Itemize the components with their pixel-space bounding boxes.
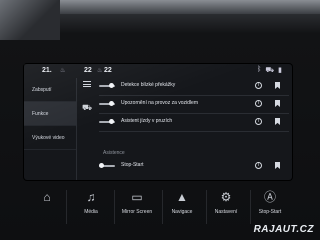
setting-label: Upozornění na provoz za vozidlem: [121, 100, 198, 106]
button-divider: [114, 190, 115, 224]
toggle-knob: [109, 83, 114, 88]
setting-row-asistent: Asistent jízdy v pruzích i: [99, 114, 289, 132]
sidebar-item-label: Zabsputí: [32, 86, 52, 93]
info-icon[interactable]: i: [255, 82, 262, 89]
settings-content: ⛟ Detekce blízké překážky i Upozornění n…: [77, 78, 292, 180]
music-note-icon: ♫: [86, 190, 96, 204]
info-icon[interactable]: i: [255, 162, 262, 169]
gear-icon: ⚙: [220, 190, 232, 204]
info-icon[interactable]: i: [255, 100, 262, 107]
toggle-knob: [109, 119, 114, 124]
stop-start-icon: Ⓐ: [263, 190, 276, 204]
bookmark-icon[interactable]: [275, 82, 280, 89]
settings-label: Nastavení: [214, 209, 238, 215]
sidebar-item-zabsputi[interactable]: Zabsputí: [24, 78, 76, 102]
seat-heat-left-icon[interactable]: ♨: [60, 67, 65, 74]
bezel-corner: [0, 0, 60, 40]
seat-heat-right-icon[interactable]: ♨: [97, 67, 102, 74]
toggle-detekce[interactable]: [99, 83, 115, 88]
mirror-screen-button[interactable]: ▭ Mirror Screen: [116, 186, 158, 230]
temp-right-2[interactable]: 22: [104, 67, 112, 74]
toggle-knob: [109, 101, 114, 106]
toggle-knob: [99, 163, 104, 168]
button-divider: [66, 190, 67, 224]
bookmark-icon[interactable]: [275, 118, 280, 125]
mirror-screen-label: Mirror Screen: [121, 209, 153, 215]
toggle-asistent[interactable]: [99, 119, 115, 124]
section-label-asistence: Asistence: [103, 150, 125, 156]
bookmark-icon[interactable]: [275, 100, 280, 107]
car-status-icon: ⛟: [265, 67, 275, 74]
toggle-upozorneni[interactable]: [99, 101, 115, 106]
setting-label: Detekce blízké překážky: [121, 82, 176, 88]
navigation-label: Navigace: [171, 209, 193, 215]
infotainment-screen: 21. ♨ 22 ♨ 22 ᛒ ⛟ ▮ Zabsputí Funkce Výuk…: [24, 64, 292, 180]
bookmark-icon[interactable]: [275, 162, 280, 169]
menu-icon[interactable]: [83, 81, 91, 87]
stop-start-label: Stop-Start: [258, 209, 282, 215]
signal-icon: ▮: [278, 67, 282, 74]
sidebar: Zabsputí Funkce Výukové video: [24, 78, 76, 180]
temp-left[interactable]: 21.: [42, 67, 52, 74]
mirror-screen-icon: ▭: [131, 190, 143, 204]
status-icons: ᛒ ⛟ ▮: [257, 66, 282, 75]
media-label: Média: [84, 209, 98, 215]
toggle-stop-start[interactable]: [99, 163, 115, 168]
setting-row-upozorneni: Upozornění na provoz za vozidlem i: [99, 96, 289, 114]
car-icon: ⛟: [82, 103, 93, 112]
button-divider: [250, 190, 251, 224]
setting-row-stop-start: Stop-Start i: [99, 158, 289, 176]
watermark: RAJAUT.CZ: [253, 224, 314, 235]
sidebar-item-label: Funkce: [32, 110, 49, 117]
setting-label: Asistent jízdy v pruzích: [121, 118, 173, 124]
sidebar-item-funkce[interactable]: Funkce: [24, 102, 76, 126]
button-divider: [206, 190, 207, 224]
sidebar-item-vyukove-video[interactable]: Výukové video: [24, 126, 76, 150]
setting-row-detekce: Detekce blízké překážky i: [99, 78, 289, 96]
sidebar-item-label: Výukové video: [32, 134, 65, 141]
temp-right[interactable]: 22: [84, 67, 92, 74]
bluetooth-icon: ᛒ: [257, 66, 262, 73]
button-divider: [162, 190, 163, 224]
settings-button[interactable]: ⚙ Nastavení: [208, 186, 244, 230]
info-icon[interactable]: i: [255, 118, 262, 125]
media-button[interactable]: ♫ Média: [72, 186, 110, 230]
status-bar: 21. ♨ 22 ♨ 22 ᛒ ⛟ ▮: [24, 64, 292, 78]
home-button[interactable]: ⌂: [34, 186, 60, 230]
navigation-button[interactable]: ▲ Navigace: [164, 186, 200, 230]
navigation-arrow-icon: ▲: [176, 190, 188, 204]
setting-label: Stop-Start: [121, 162, 144, 168]
home-icon: ⌂: [43, 190, 51, 204]
